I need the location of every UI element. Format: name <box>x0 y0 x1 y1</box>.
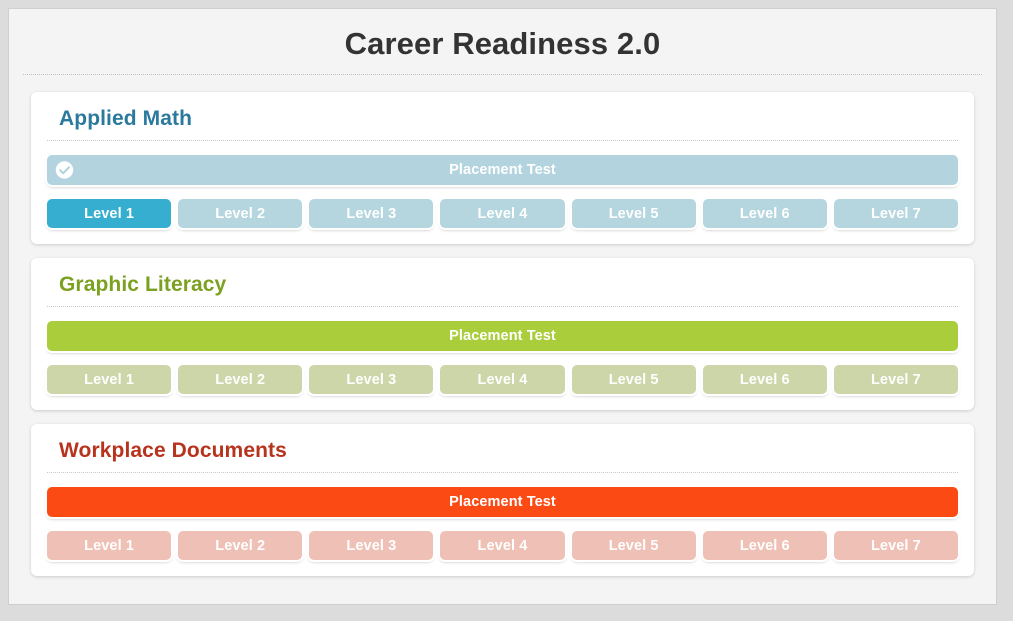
subject-card-graphic-literacy: Graphic Literacy Placement Test Level 1 Lev… <box>31 258 974 410</box>
subject-title-divider <box>47 472 958 473</box>
subject-title-workplace-documents: Workplace Documents <box>59 439 287 462</box>
level-button-graphic-literacy-3[interactable]: Level 3 <box>309 365 434 394</box>
level-button-graphic-literacy-5[interactable]: Level 5 <box>571 365 696 394</box>
level-button-applied-math-5[interactable]: Level 5 <box>571 199 696 228</box>
level-button-workplace-documents-1[interactable]: Level 1 <box>47 531 172 560</box>
level-button-workplace-documents-6[interactable]: Level 6 <box>702 531 827 560</box>
placement-test-bar-graphic-literacy[interactable]: Placement Test <box>47 321 958 351</box>
level-button-graphic-literacy-2[interactable]: Level 2 <box>178 365 303 394</box>
level-button-graphic-literacy-6[interactable]: Level 6 <box>702 365 827 394</box>
placement-test-label: Placement Test <box>449 494 556 510</box>
page-title: Career Readiness 2.0 <box>344 26 661 61</box>
placement-test-bar-workplace-documents[interactable]: Placement Test <box>47 487 958 517</box>
subject-card-list: Applied Math Placement Test Level 1 Level 2… <box>9 92 996 576</box>
level-button-workplace-documents-4[interactable]: Level 4 <box>440 531 565 560</box>
level-button-applied-math-4[interactable]: Level 4 <box>440 199 565 228</box>
level-button-applied-math-6[interactable]: Level 6 <box>702 199 827 228</box>
page-container: Career Readiness 2.0 Applied Math Placeme… <box>8 8 997 605</box>
placement-test-bar-applied-math[interactable]: Placement Test <box>47 155 958 185</box>
level-button-row-graphic-literacy: Level 1 Level 2 Level 3 Level 4 Level 5 Level… <box>47 365 958 394</box>
level-button-workplace-documents-5[interactable]: Level 5 <box>571 531 696 560</box>
title-divider <box>23 74 982 75</box>
level-button-row-applied-math: Level 1 Level 2 Level 3 Level 4 Level 5 Level… <box>47 199 958 228</box>
level-button-graphic-literacy-1[interactable]: Level 1 <box>47 365 172 394</box>
placement-test-label: Placement Test <box>449 328 556 344</box>
subject-title-divider <box>47 140 958 141</box>
level-button-applied-math-7[interactable]: Level 7 <box>833 199 958 228</box>
placement-test-label: Placement Test <box>449 162 556 178</box>
level-button-applied-math-3[interactable]: Level 3 <box>309 199 434 228</box>
level-button-applied-math-2[interactable]: Level 2 <box>178 199 303 228</box>
level-button-applied-math-1[interactable]: Level 1 <box>47 199 172 228</box>
subject-card-applied-math: Applied Math Placement Test Level 1 Level 2… <box>31 92 974 244</box>
subject-title-applied-math: Applied Math <box>59 107 193 130</box>
level-button-graphic-literacy-4[interactable]: Level 4 <box>440 365 565 394</box>
level-button-workplace-documents-2[interactable]: Level 2 <box>178 531 303 560</box>
subject-card-workplace-documents: Workplace Documents Placement Test Level 1… <box>31 424 974 576</box>
level-button-workplace-documents-3[interactable]: Level 3 <box>309 531 434 560</box>
level-button-row-workplace-documents: Level 1 Level 2 Level 3 Level 4 Level 5 Level… <box>47 531 958 560</box>
check-circle-icon <box>55 161 74 179</box>
level-button-graphic-literacy-7[interactable]: Level 7 <box>833 365 958 394</box>
subject-title-graphic-literacy: Graphic Literacy <box>59 273 227 296</box>
subject-title-divider <box>47 306 958 307</box>
level-button-workplace-documents-7[interactable]: Level 7 <box>833 531 958 560</box>
